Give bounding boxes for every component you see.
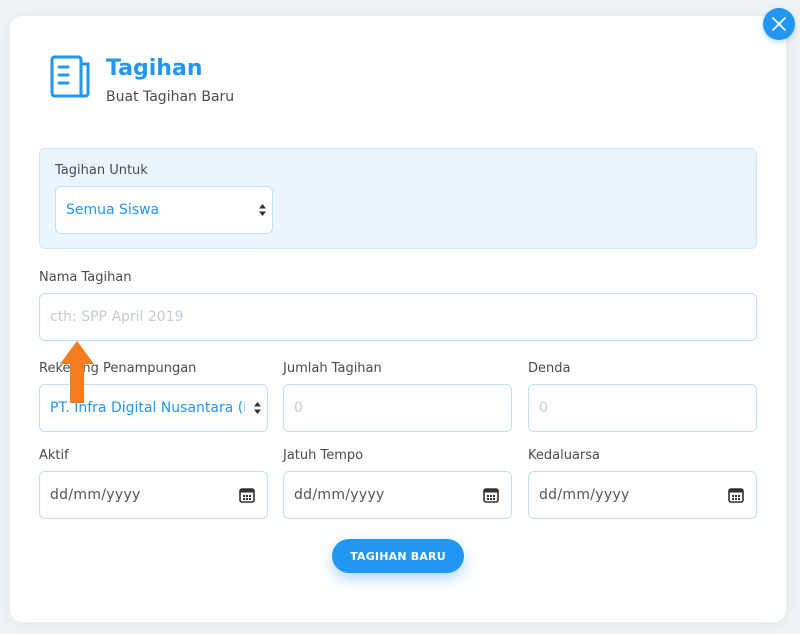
bill-name-placeholder: cth: SPP April 2019 [50,309,184,325]
select-arrows-icon [259,204,266,216]
bill-name-label: Nama Tagihan [39,270,132,285]
due-date-label: Jatuh Tempo [283,448,364,463]
new-bill-button[interactable]: TAGIHAN BARU [332,539,464,573]
annotation-arrow-icon [60,341,94,403]
due-date-value: dd/mm/yyyy [294,487,385,503]
target-select-value: Semua Siswa [66,202,160,218]
active-date-value: dd/mm/yyyy [50,487,141,503]
expiry-date-label: Kedaluarsa [528,448,600,463]
document-icon [50,55,90,98]
calendar-icon[interactable] [483,487,499,503]
active-date-label: Aktif [39,448,69,463]
target-label: Tagihan Untuk [55,163,148,178]
active-date-input[interactable]: dd/mm/yyyy [39,471,268,519]
expiry-date-value: dd/mm/yyyy [539,487,630,503]
amount-placeholder: 0 [294,400,303,416]
fine-label: Denda [528,361,571,376]
calendar-icon[interactable] [239,487,255,503]
amount-label: Jumlah Tagihan [283,361,382,376]
target-select[interactable]: Semua Siswa [55,186,273,234]
bill-name-input[interactable]: cth: SPP April 2019 [39,293,757,341]
expiry-date-input[interactable]: dd/mm/yyyy [528,471,757,519]
close-button[interactable] [763,8,795,40]
due-date-input[interactable]: dd/mm/yyyy [283,471,512,519]
page-subtitle: Buat Tagihan Baru [106,89,235,105]
page-title: Tagihan [106,56,203,81]
amount-input[interactable]: 0 [283,384,512,432]
fine-placeholder: 0 [539,400,548,416]
fine-input[interactable]: 0 [528,384,757,432]
select-arrows-icon [254,402,261,414]
close-icon [772,17,786,31]
calendar-icon[interactable] [728,487,744,503]
